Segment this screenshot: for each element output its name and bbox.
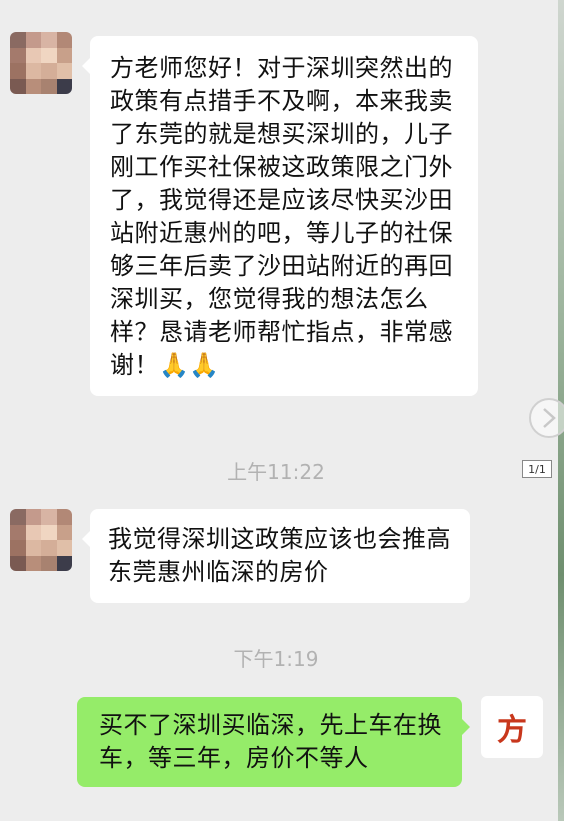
contact-avatar[interactable] (10, 32, 72, 94)
message-bubble-incoming[interactable]: 方老师您好！对于深圳突然出的政策有点措手不及啊，本来我卖了东莞的就是想买深圳的，… (82, 36, 478, 396)
timestamp: 上午11:22 (227, 460, 325, 484)
timestamp: 下午1:19 (233, 647, 319, 671)
message-bubble-incoming[interactable]: 我觉得深圳这政策应该也会推高东莞惠州临深的房价 (82, 509, 470, 603)
message-bubble-outgoing[interactable]: 买不了深圳买临深，先上车在换车，等三年，房价不等人 (77, 697, 470, 787)
chevron-right-icon (543, 408, 556, 428)
contact-avatar[interactable] (10, 509, 72, 571)
user-avatar[interactable]: 方 (481, 696, 543, 758)
next-image-button[interactable] (529, 398, 564, 438)
page-indicator: 1/1 (522, 460, 552, 478)
